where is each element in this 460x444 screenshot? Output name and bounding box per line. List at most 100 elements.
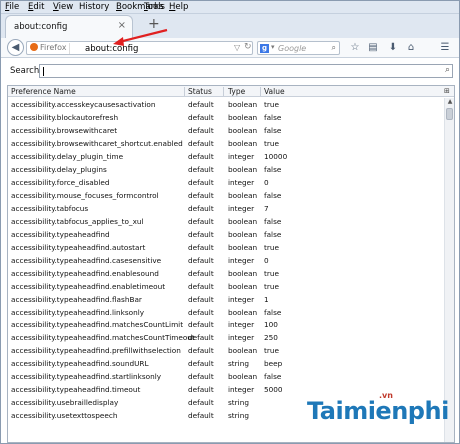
table-row[interactable]: accessibility.delay_plugins default boolea… xyxy=(8,163,444,176)
cell-value: true xyxy=(264,268,279,278)
cell-status: default xyxy=(188,112,214,122)
cell-status: default xyxy=(188,320,214,330)
table-row[interactable]: accessibility.typeaheadfind.matchesCount… xyxy=(8,331,444,344)
table-row[interactable]: accessibility.mouse_focuses_formcontrol d… xyxy=(8,189,444,202)
cell-value: false xyxy=(264,112,282,122)
table-row[interactable]: accessibility.typeaheadfind.autostart def… xyxy=(8,241,444,254)
menu-view[interactable]: View xyxy=(53,2,73,12)
column-header-type[interactable]: Type xyxy=(228,87,245,97)
bookmarks-menu-icon[interactable]: ▤ xyxy=(366,41,380,55)
cell-name: accessibility.typeaheadfind.matchesCount… xyxy=(11,320,184,330)
watermark-tld: .vn xyxy=(379,391,393,400)
table-row[interactable]: accessibility.browsewithcaret_shortcut.e… xyxy=(8,137,444,150)
cell-name: accessibility.typeaheadfind.linksonly xyxy=(11,307,145,317)
reload-icon[interactable]: ↻ xyxy=(244,42,252,52)
cell-type: boolean xyxy=(228,112,258,122)
cell-type: boolean xyxy=(228,229,258,239)
watermark: Taimienphi .vn xyxy=(297,391,457,441)
table-row[interactable]: accessibility.typeaheadfind.flashBar defa… xyxy=(8,293,444,306)
cell-value: false xyxy=(264,216,282,226)
cell-type: string xyxy=(228,359,249,369)
menu-tools[interactable]: Tools xyxy=(144,2,165,12)
downloads-icon[interactable]: ⬇ xyxy=(386,41,400,55)
red-arrow-annotation xyxy=(113,28,168,46)
table-row[interactable]: accessibility.tabfocus default integer 7 xyxy=(8,202,444,215)
cell-value: 100 xyxy=(264,320,278,330)
preferences-table: Preference Name Status Type Value ⊞ acce… xyxy=(7,85,455,443)
watermark-brand: Taimienphi xyxy=(307,397,449,425)
table-row[interactable]: accessibility.typeaheadfind.enabletimeou… xyxy=(8,280,444,293)
cell-status: default xyxy=(188,281,214,291)
scrollbar-thumb[interactable] xyxy=(446,108,453,120)
cell-type: boolean xyxy=(228,268,258,278)
config-search-input[interactable]: ⌕ xyxy=(39,64,453,78)
column-divider[interactable] xyxy=(184,87,185,96)
engine-dropdown-icon[interactable]: ▾ xyxy=(271,43,275,51)
site-identity[interactable]: Firefox xyxy=(30,43,71,54)
cell-value: 7 xyxy=(264,203,269,213)
column-picker-icon[interactable]: ⊞ xyxy=(444,87,452,95)
column-header-value[interactable]: Value xyxy=(264,87,285,97)
cell-status: default xyxy=(188,411,214,421)
table-row[interactable]: accessibility.force_disabled default integ… xyxy=(8,176,444,189)
column-header-name[interactable]: Preference Name xyxy=(11,87,76,97)
tab-strip: about:config × + xyxy=(1,14,459,38)
menu-help[interactable]: Help xyxy=(169,2,188,12)
search-bar[interactable]: g ▾ Google ⌕ xyxy=(257,41,340,55)
google-engine-icon[interactable]: g xyxy=(260,44,269,53)
table-row[interactable]: accessibility.typeaheadfind default boolea… xyxy=(8,228,444,241)
cell-status: default xyxy=(188,294,214,304)
cell-value: true xyxy=(264,242,279,252)
cell-name: accessibility.tabfocus xyxy=(11,203,89,213)
cell-value: 0 xyxy=(264,255,269,265)
cell-value: false xyxy=(264,307,282,317)
cell-name: accessibility.accesskeycausesactivation xyxy=(11,100,156,109)
table-row[interactable]: accessibility.typeaheadfind.prefillwiths… xyxy=(8,344,444,357)
cell-status: default xyxy=(188,190,214,200)
table-row[interactable]: accessibility.accesskeycausesactivation d… xyxy=(8,98,444,111)
cell-name: accessibility.blockautorefresh xyxy=(11,112,119,122)
magnifier-icon[interactable]: ⌕ xyxy=(332,43,336,53)
table-row[interactable]: accessibility.tabfocus_applies_to_xul def… xyxy=(8,215,444,228)
search-placeholder[interactable]: Google xyxy=(278,44,306,53)
home-icon[interactable]: ⌂ xyxy=(404,41,418,55)
cell-value: 5000 xyxy=(264,385,283,395)
table-row[interactable]: accessibility.typeaheadfind.linksonly def… xyxy=(8,306,444,319)
menu-history[interactable]: History xyxy=(79,2,109,12)
cell-value: false xyxy=(264,229,282,239)
url-dropdown-icon[interactable]: ▽ xyxy=(234,43,240,52)
menu-edit[interactable]: Edit xyxy=(28,2,44,12)
cell-type: boolean xyxy=(228,372,258,382)
table-row[interactable]: accessibility.typeaheadfind.soundURL defa… xyxy=(8,357,444,370)
cell-type: integer xyxy=(228,320,255,330)
menu-help-label: elp xyxy=(175,2,189,12)
firefox-logo-icon xyxy=(30,43,38,51)
cell-type: boolean xyxy=(228,190,258,200)
menubar: File Edit View History Bookmarks Tools H… xyxy=(1,1,459,14)
menu-file[interactable]: File xyxy=(5,2,19,12)
table-row[interactable]: accessibility.typeaheadfind.startlinkson… xyxy=(8,370,444,383)
cell-name: accessibility.typeaheadfind.timeout xyxy=(11,385,141,395)
column-header-status[interactable]: Status xyxy=(188,87,212,97)
cell-status: default xyxy=(188,125,214,135)
table-row[interactable]: accessibility.typeaheadfind.enablesound d… xyxy=(8,267,444,280)
scroll-up-icon[interactable]: ▲ xyxy=(446,98,454,106)
table-row[interactable]: accessibility.typeaheadfind.matchesCount… xyxy=(8,318,444,331)
column-divider[interactable] xyxy=(223,87,224,96)
table-header: Preference Name Status Type Value ⊞ xyxy=(8,86,454,97)
cell-name: accessibility.delay_plugin_time xyxy=(11,151,124,161)
cell-type: integer xyxy=(228,294,255,304)
table-row[interactable]: accessibility.blockautorefresh default boo… xyxy=(8,111,444,124)
search-icon[interactable]: ⌕ xyxy=(445,65,450,75)
cell-type: boolean xyxy=(228,346,258,356)
column-divider[interactable] xyxy=(260,87,261,96)
table-row[interactable]: accessibility.browsewithcaret default bool… xyxy=(8,124,444,137)
table-row[interactable]: accessibility.typeaheadfind.casesensitiv… xyxy=(8,254,444,267)
hamburger-menu-icon[interactable]: ☰ xyxy=(438,41,452,55)
cell-type: boolean xyxy=(228,307,258,317)
table-row[interactable]: accessibility.delay_plugin_time default in… xyxy=(8,150,444,163)
back-icon[interactable]: ◀ xyxy=(7,39,24,56)
search-label: Search: xyxy=(10,66,43,76)
cell-type: string xyxy=(228,398,249,408)
bookmark-star-icon[interactable]: ☆ xyxy=(348,41,362,55)
